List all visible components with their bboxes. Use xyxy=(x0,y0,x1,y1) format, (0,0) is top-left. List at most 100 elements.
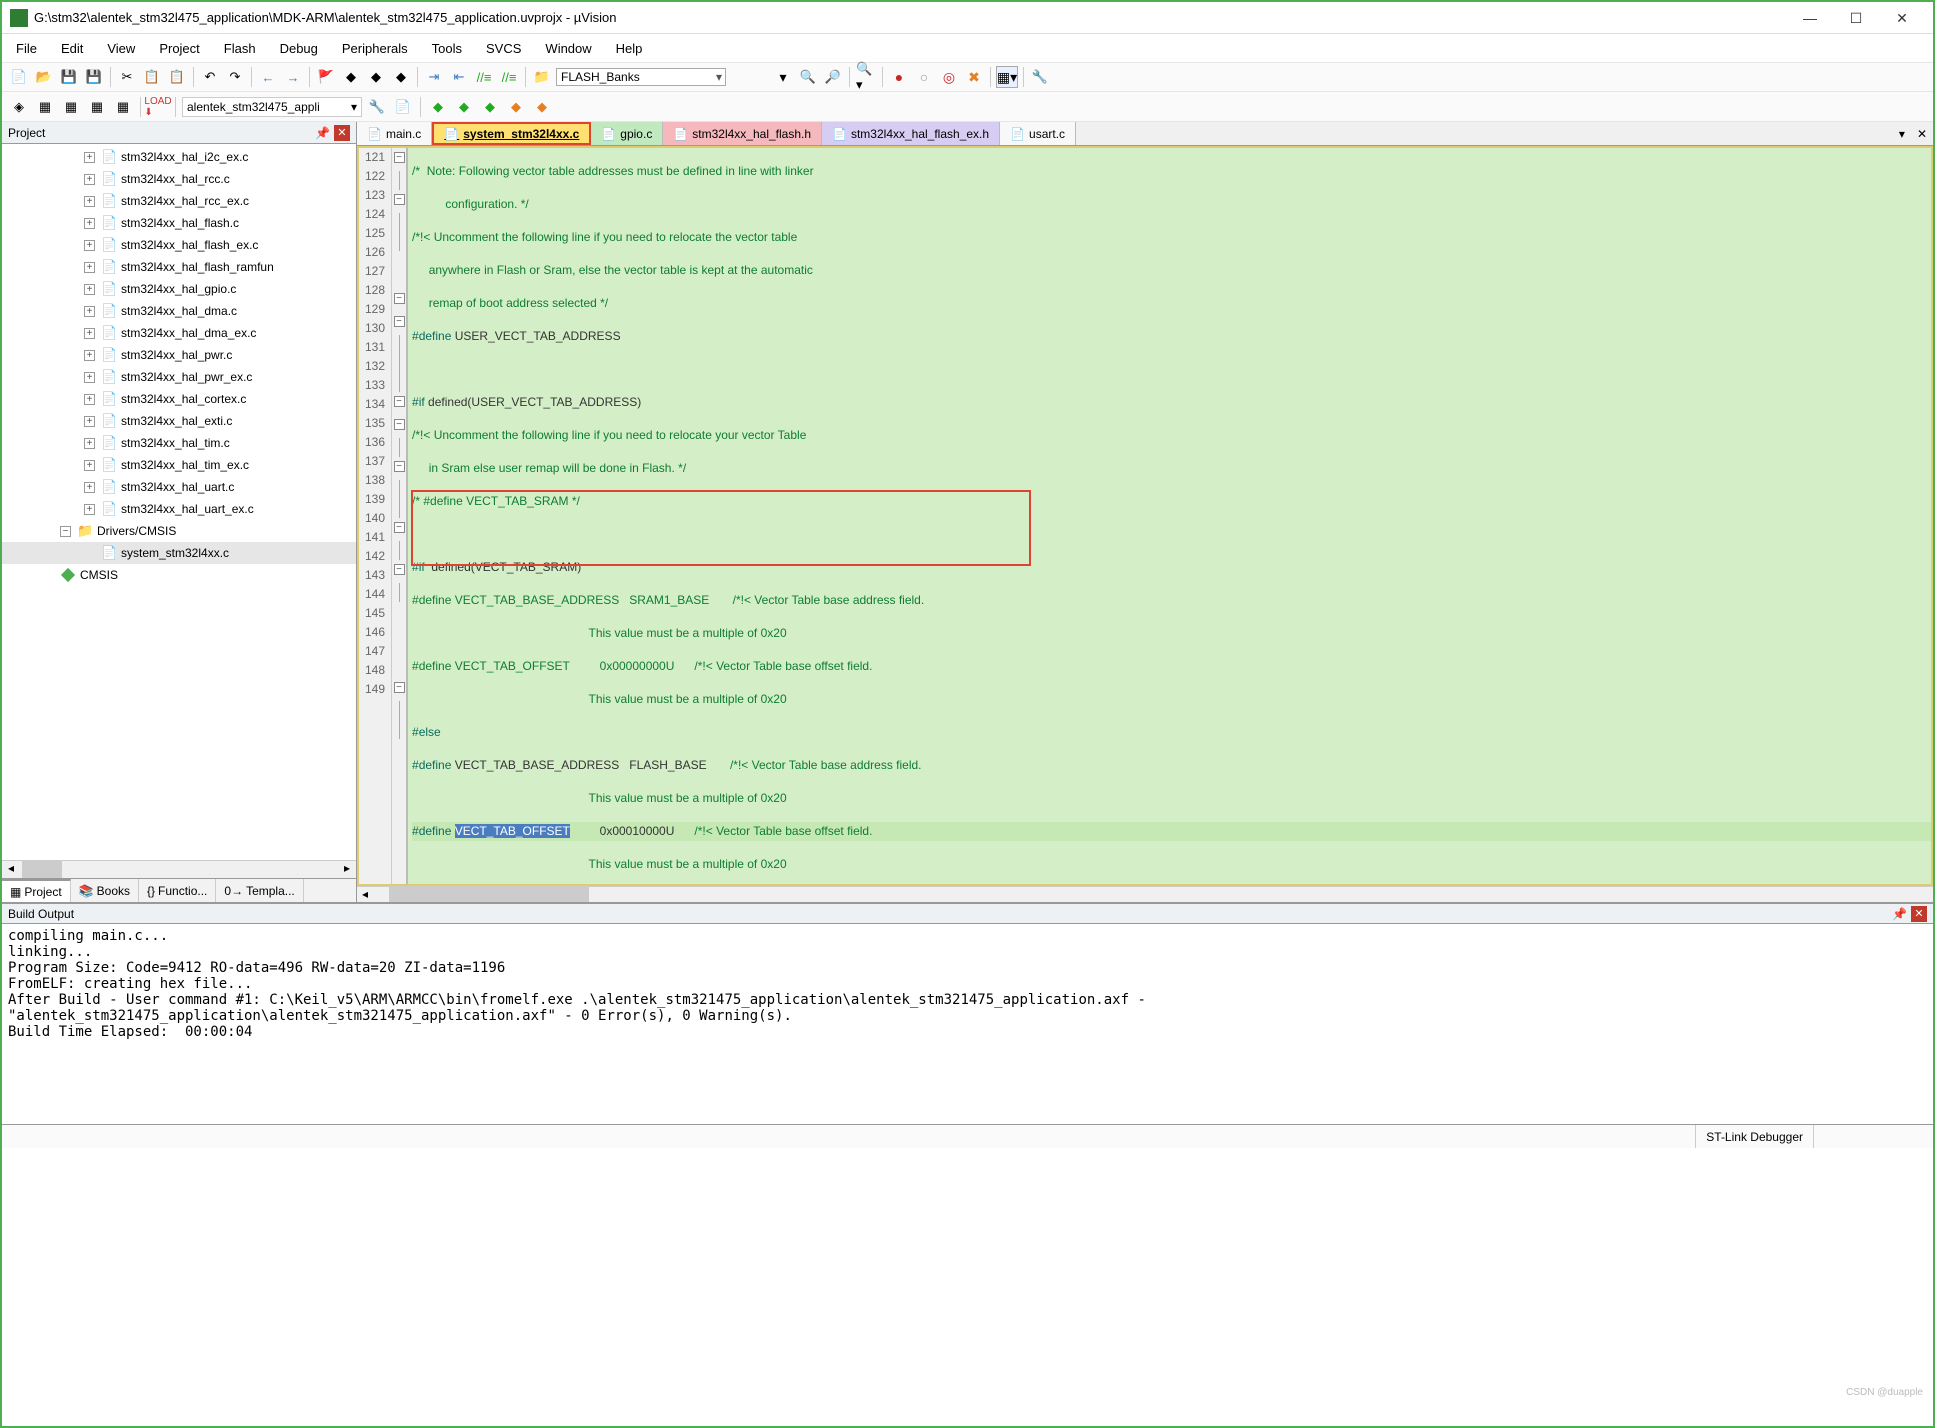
expand-icon[interactable]: + xyxy=(84,504,95,515)
tree-file-selected[interactable]: system_stm32l4xx.c xyxy=(2,542,356,564)
tree-file[interactable]: +stm32l4xx_hal_tim.c xyxy=(2,432,356,454)
expand-icon[interactable]: + xyxy=(84,196,95,207)
find-combo[interactable]: FLASH_Banks xyxy=(556,68,726,86)
cut-icon[interactable]: ✂ xyxy=(116,66,138,88)
configure-icon[interactable]: 🔧 xyxy=(1029,66,1051,88)
breakpoint-disable-icon[interactable]: ○ xyxy=(913,66,935,88)
editor-hscroll[interactable]: ◂ xyxy=(357,886,1933,902)
build-icon[interactable]: ▦ xyxy=(34,96,56,118)
debug-start-icon[interactable]: 🔍▾ xyxy=(855,66,877,88)
rebuild-icon[interactable]: ▦ xyxy=(60,96,82,118)
menu-flash[interactable]: Flash xyxy=(214,37,266,60)
tree-file[interactable]: +stm32l4xx_hal_pwr.c xyxy=(2,344,356,366)
pane-close-icon[interactable]: ✕ xyxy=(1911,906,1927,922)
incremental-find-icon[interactable]: 🔎 xyxy=(822,66,844,88)
expand-icon[interactable]: + xyxy=(84,438,95,449)
tab-books[interactable]: 📚 Books xyxy=(71,879,139,902)
tree-file[interactable]: +stm32l4xx_hal_dma.c xyxy=(2,300,356,322)
close-button[interactable]: ✕ xyxy=(1879,3,1925,33)
menu-edit[interactable]: Edit xyxy=(51,37,93,60)
fold-toggle-icon[interactable]: − xyxy=(394,682,405,693)
menu-tools[interactable]: Tools xyxy=(422,37,472,60)
breakpoint-icon[interactable]: ● xyxy=(888,66,910,88)
target-select[interactable]: alentek_stm32l475_appli ▾ xyxy=(182,97,362,117)
tree-file[interactable]: +stm32l4xx_hal_cortex.c xyxy=(2,388,356,410)
expand-icon[interactable]: + xyxy=(84,416,95,427)
tab-functions[interactable]: {} Functio... xyxy=(139,879,216,902)
tree-file[interactable]: +stm32l4xx_hal_gpio.c xyxy=(2,278,356,300)
tab-system-stm32l4xx-c[interactable]: 📄 system_stm32l4xx.c xyxy=(432,122,591,145)
pin-icon[interactable]: 📌 xyxy=(1892,907,1907,921)
tab-gpio-c[interactable]: 📄 gpio.c xyxy=(591,122,663,145)
tree-file[interactable]: +stm32l4xx_hal_dma_ex.c xyxy=(2,322,356,344)
code-editor[interactable]: 121 122 123 124 125 126 127 128 129 130 … xyxy=(357,146,1933,886)
fold-column[interactable]: − − − − − − − − − xyxy=(392,148,408,884)
bookmark-prev-icon[interactable]: ◆ xyxy=(340,66,362,88)
scroll-right-icon[interactable]: ▸ xyxy=(338,861,356,878)
bookmark-next-icon[interactable]: ◆ xyxy=(365,66,387,88)
menu-view[interactable]: View xyxy=(97,37,145,60)
tree-file[interactable]: +stm32l4xx_hal_uart.c xyxy=(2,476,356,498)
undo-icon[interactable]: ↶ xyxy=(199,66,221,88)
expand-icon[interactable]: + xyxy=(84,306,95,317)
fold-toggle-icon[interactable]: − xyxy=(394,522,405,533)
tab-project[interactable]: ▦ Project xyxy=(2,879,71,902)
code-content[interactable]: /* Note: Following vector table addresse… xyxy=(408,148,1931,884)
batch-build-icon[interactable]: ▦ xyxy=(86,96,108,118)
breakpoint-all-icon[interactable]: ◎ xyxy=(938,66,960,88)
tree-cmsis-component[interactable]: CMSIS xyxy=(2,564,356,586)
uncomment-icon[interactable]: //≡ xyxy=(498,66,520,88)
expand-icon[interactable]: + xyxy=(84,284,95,295)
find-in-files-icon[interactable]: 📁 xyxy=(531,66,553,88)
scroll-thumb[interactable] xyxy=(22,861,62,878)
tree-file[interactable]: +stm32l4xx_hal_rcc_ex.c xyxy=(2,190,356,212)
menu-file[interactable]: File xyxy=(6,37,47,60)
expand-icon[interactable]: + xyxy=(84,218,95,229)
select-packs-icon[interactable]: ◆ xyxy=(453,96,475,118)
find-icon[interactable]: 🔍 xyxy=(797,66,819,88)
comment-icon[interactable]: //≡ xyxy=(473,66,495,88)
outdent-icon[interactable]: ⇤ xyxy=(448,66,470,88)
tab-usart-c[interactable]: 📄 usart.c xyxy=(1000,122,1076,145)
project-tree[interactable]: +stm32l4xx_hal_i2c_ex.c +stm32l4xx_hal_r… xyxy=(2,144,356,860)
manage-rte-icon[interactable]: ◆ xyxy=(427,96,449,118)
expand-icon[interactable]: + xyxy=(84,328,95,339)
translate-icon[interactable]: ◈ xyxy=(8,96,30,118)
fold-toggle-icon[interactable]: − xyxy=(394,152,405,163)
download-icon[interactable]: LOAD⬇ xyxy=(147,96,169,118)
expand-icon[interactable]: + xyxy=(84,460,95,471)
tree-file[interactable]: +stm32l4xx_hal_flash_ramfun xyxy=(2,256,356,278)
bookmark-clear-icon[interactable]: ◆ xyxy=(390,66,412,88)
tab-main-c[interactable]: 📄 main.c xyxy=(357,122,432,145)
scroll-left-icon[interactable]: ◂ xyxy=(2,861,20,878)
fold-toggle-icon[interactable]: − xyxy=(394,293,405,304)
expand-icon[interactable]: + xyxy=(84,394,95,405)
pane-close-icon[interactable]: ✕ xyxy=(334,125,350,141)
window-layout-icon[interactable]: ▦▾ xyxy=(996,66,1018,88)
save-all-icon[interactable]: 💾 xyxy=(83,66,105,88)
redo-icon[interactable]: ↷ xyxy=(224,66,246,88)
menu-debug[interactable]: Debug xyxy=(270,37,328,60)
tree-file[interactable]: +stm32l4xx_hal_pwr_ex.c xyxy=(2,366,356,388)
scroll-left-icon[interactable]: ◂ xyxy=(357,887,373,902)
collapse-icon[interactable]: − xyxy=(60,526,71,537)
file-ext-icon[interactable]: 📄 xyxy=(392,96,414,118)
maximize-button[interactable]: ☐ xyxy=(1833,3,1879,33)
tree-file[interactable]: +stm32l4xx_hal_i2c_ex.c xyxy=(2,146,356,168)
save-icon[interactable]: 💾 xyxy=(58,66,80,88)
tree-file[interactable]: +stm32l4xx_hal_exti.c xyxy=(2,410,356,432)
fold-toggle-icon[interactable]: − xyxy=(394,316,405,327)
rte-manage-icon[interactable]: ◆ xyxy=(531,96,553,118)
tree-file[interactable]: +stm32l4xx_hal_uart_ex.c xyxy=(2,498,356,520)
menu-window[interactable]: Window xyxy=(535,37,601,60)
expand-icon[interactable]: + xyxy=(84,372,95,383)
menu-project[interactable]: Project xyxy=(149,37,209,60)
tab-flash-h[interactable]: 📄 stm32l4xx_hal_flash.h xyxy=(663,122,822,145)
tree-file[interactable]: +stm32l4xx_hal_flash.c xyxy=(2,212,356,234)
new-file-icon[interactable]: 📄 xyxy=(8,66,30,88)
tree-file[interactable]: +stm32l4xx_hal_tim_ex.c xyxy=(2,454,356,476)
rte-icon[interactable]: ◆ xyxy=(505,96,527,118)
tab-flash-ex-h[interactable]: 📄 stm32l4xx_hal_flash_ex.h xyxy=(822,122,1000,145)
menu-peripherals[interactable]: Peripherals xyxy=(332,37,418,60)
scroll-thumb[interactable] xyxy=(389,887,589,902)
